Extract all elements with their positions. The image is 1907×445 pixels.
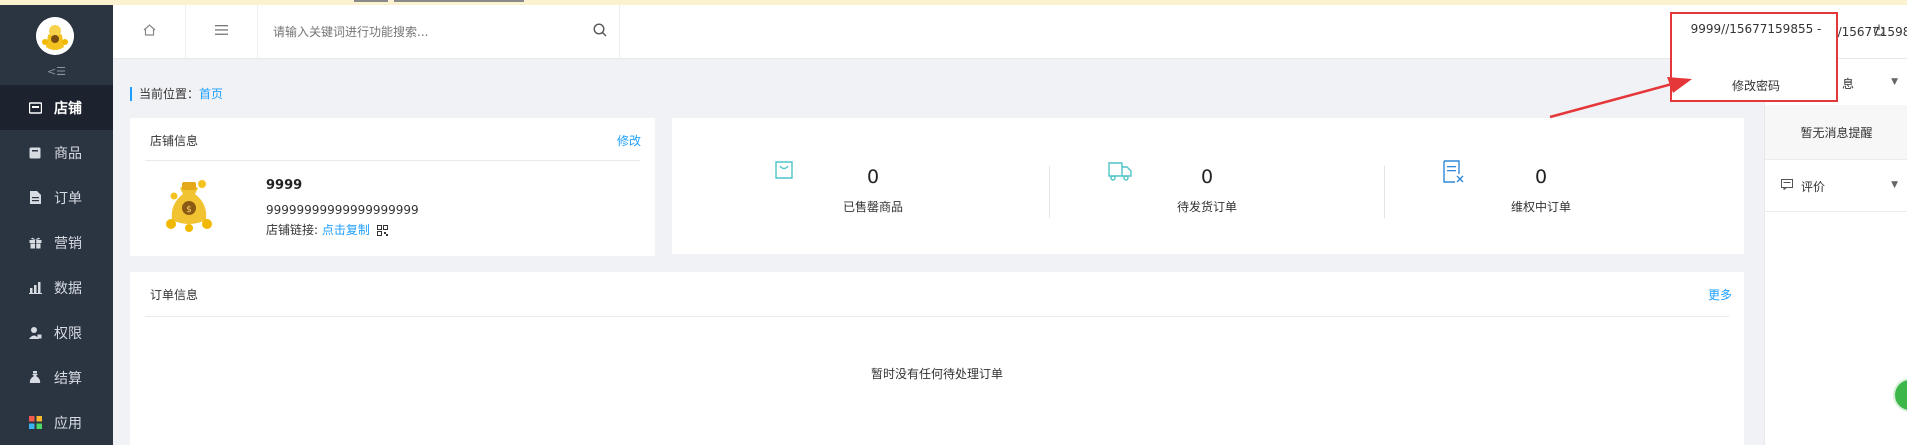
stat-value: 0 bbox=[866, 166, 880, 188]
stat-value: 0 bbox=[1534, 166, 1548, 188]
sidebar-item-label: 订单 bbox=[54, 190, 82, 207]
apps-icon bbox=[28, 416, 42, 430]
sidebar-item-label: 商品 bbox=[54, 145, 82, 162]
stat-pending-shipment[interactable]: 0 待发货订单 bbox=[1042, 118, 1372, 254]
sidebar-item-store[interactable]: 店铺 bbox=[0, 85, 113, 130]
order-icon bbox=[28, 191, 42, 205]
empty-orders-message: 暂时没有任何待处理订单 bbox=[870, 367, 1003, 381]
top-header: 9999//15677159855 ▾ bbox=[113, 5, 1907, 59]
sidebar-item-label: 店铺 bbox=[54, 100, 82, 117]
review-label: 评价 bbox=[1801, 180, 1826, 194]
stat-disputes[interactable]: 0 维权中订单 bbox=[1376, 118, 1706, 254]
shop-id: 99999999999999999999 bbox=[266, 203, 419, 217]
stat-label: 待发货订单 bbox=[1176, 200, 1237, 214]
more-orders-link[interactable]: 更多 bbox=[1708, 286, 1732, 303]
shop-name: 9999 bbox=[266, 178, 303, 193]
breadcrumb-prefix: 当前位置： bbox=[139, 87, 200, 101]
power-icon bbox=[1873, 24, 1885, 40]
money-bag-icon bbox=[28, 371, 42, 385]
stat-label: 已售罄商品 bbox=[842, 200, 903, 214]
stats-card: 0 已售罄商品 0 待发货订单 0 维权中订单 bbox=[672, 118, 1744, 254]
gift-icon bbox=[28, 236, 42, 250]
sidebar-item-marketing[interactable]: 营销 bbox=[0, 220, 113, 265]
store-icon bbox=[28, 101, 42, 115]
card-title: 店铺信息 bbox=[150, 134, 199, 148]
chevron-down-icon: ▼ bbox=[1891, 77, 1898, 87]
shop-avatar: $ bbox=[164, 174, 214, 232]
user-dropdown-menu: 9999//15677159855 - 修改密码 bbox=[1670, 12, 1838, 102]
shop-link-row: 店铺链接: 点击复制 bbox=[266, 221, 388, 239]
sidebar-item-label: 应用 bbox=[54, 415, 82, 432]
search-icon[interactable] bbox=[593, 23, 607, 41]
sidebar-item-permissions[interactable]: 权限 bbox=[0, 310, 113, 355]
collapse-sidebar-icon[interactable]: <☰ bbox=[0, 65, 113, 78]
sidebar-item-label: 数据 bbox=[54, 280, 82, 297]
review-row[interactable]: 评价 ▼ bbox=[1765, 159, 1907, 212]
sidebar-item-label: 结算 bbox=[54, 370, 82, 387]
user-lock-icon bbox=[28, 326, 42, 340]
sidebar-nav: 店铺 商品 订单 营销 数据 权限 结算 应用 bbox=[0, 85, 113, 445]
qrcode-icon[interactable] bbox=[376, 225, 388, 239]
divider bbox=[145, 160, 640, 161]
comment-icon bbox=[1781, 179, 1793, 193]
sidebar-item-orders[interactable]: 订单 bbox=[0, 175, 113, 220]
shop-info-card: 店铺信息 修改 $ 9999 99999999999999999999 店铺链接… bbox=[130, 118, 655, 256]
no-messages-row: 暂无消息提醒 bbox=[1765, 105, 1907, 160]
function-search bbox=[257, 5, 620, 58]
shop-logo[interactable] bbox=[36, 17, 74, 55]
chevron-down-icon: ▼ bbox=[1891, 180, 1898, 190]
breadcrumb-home-link[interactable]: 首页 bbox=[199, 87, 223, 101]
sidebar: <☰ 店铺 商品 订单 营销 数据 权限 结算 应用 bbox=[0, 5, 113, 445]
no-messages-text: 暂无消息提醒 bbox=[1800, 126, 1873, 140]
message-tab-label: 息 bbox=[1842, 77, 1855, 91]
chart-icon bbox=[28, 281, 42, 295]
sidebar-item-settlement[interactable]: 结算 bbox=[0, 355, 113, 400]
copy-link-button[interactable]: 点击复制 bbox=[322, 223, 370, 237]
stat-label: 维权中订单 bbox=[1510, 200, 1571, 214]
top-strip-mark bbox=[354, 0, 388, 2]
menu-button[interactable] bbox=[185, 5, 258, 58]
change-password-item[interactable]: 修改密码 bbox=[1672, 77, 1840, 94]
stat-value: 0 bbox=[1200, 166, 1214, 188]
logout-button[interactable] bbox=[1873, 24, 1885, 40]
top-strip-mark bbox=[394, 0, 524, 2]
orders-card: 订单信息 更多 暂时没有任何待处理订单 bbox=[130, 272, 1744, 445]
home-button[interactable] bbox=[113, 5, 186, 58]
stat-sold-out[interactable]: 0 已售罄商品 bbox=[708, 118, 1038, 254]
message-panel: 息 ▼ 暂无消息提醒 评价 ▼ bbox=[1764, 59, 1907, 445]
card-title: 订单信息 bbox=[150, 288, 199, 302]
home-icon bbox=[143, 23, 156, 40]
sidebar-item-data[interactable]: 数据 bbox=[0, 265, 113, 310]
breadcrumb: 当前位置：首页 bbox=[130, 87, 223, 101]
edit-shop-link[interactable]: 修改 bbox=[617, 132, 641, 149]
divider bbox=[145, 316, 1729, 317]
sidebar-item-label: 权限 bbox=[54, 325, 82, 342]
menu-icon bbox=[214, 24, 228, 39]
sidebar-item-label: 营销 bbox=[54, 235, 82, 252]
sidebar-item-goods[interactable]: 商品 bbox=[0, 130, 113, 175]
svg-text:$: $ bbox=[186, 205, 192, 215]
search-input[interactable] bbox=[271, 20, 575, 44]
shop-link-label: 店铺链接: bbox=[266, 223, 319, 237]
goods-icon bbox=[28, 146, 42, 160]
dropdown-user[interactable]: 9999//15677159855 - bbox=[1672, 22, 1840, 36]
sidebar-item-apps[interactable]: 应用 bbox=[0, 400, 113, 445]
